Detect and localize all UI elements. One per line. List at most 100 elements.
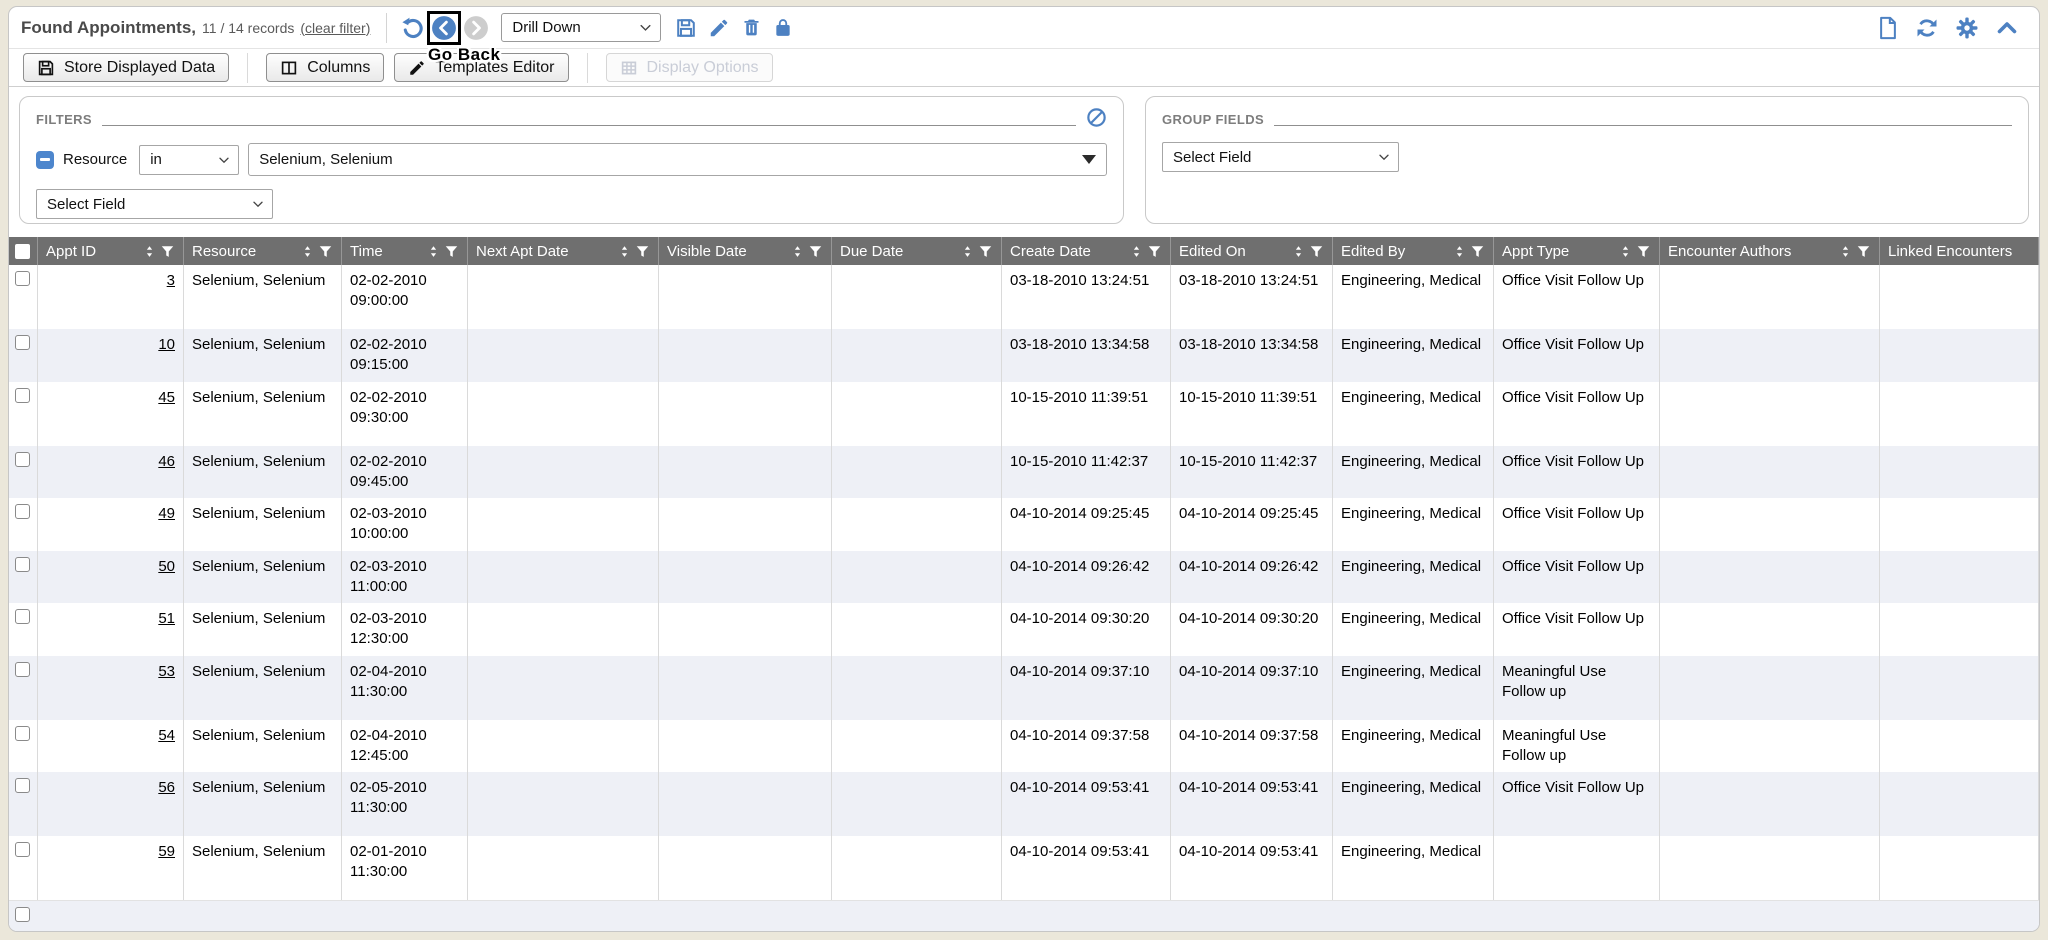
sort-icon[interactable] (426, 244, 441, 259)
sort-icon[interactable] (960, 244, 975, 259)
filter-funnel-icon[interactable] (444, 244, 459, 259)
table-row: 54Selenium, Selenium02-04-2010 12:45:000… (9, 720, 2039, 773)
cell-linked-encounters (1880, 498, 2039, 551)
cell-edited-by: Engineering, Medical (1333, 656, 1494, 720)
filter-funnel-icon[interactable] (1856, 244, 1871, 259)
appt-id-link[interactable]: 50 (158, 558, 175, 575)
cell-resource: Selenium, Selenium (184, 836, 342, 900)
filter-funnel-icon[interactable] (978, 244, 993, 259)
appt-id-link[interactable]: 49 (158, 505, 175, 522)
appt-id-link[interactable]: 10 (158, 336, 175, 353)
cell-time: 02-02-2010 09:00:00 (342, 265, 468, 329)
cell-appt-type: Office Visit Follow Up (1494, 498, 1660, 551)
cell-linked-encounters (1880, 603, 2039, 656)
sort-icon[interactable] (1291, 244, 1306, 259)
column-header-resource[interactable]: Resource (184, 237, 342, 265)
column-header-encounter-authors[interactable]: Encounter Authors (1660, 237, 1880, 265)
row-checkbox[interactable] (15, 504, 30, 519)
sort-icon[interactable] (1129, 244, 1144, 259)
panel-controls (1877, 16, 2019, 40)
filter-funnel-icon[interactable] (1147, 244, 1162, 259)
collapse-chevron-icon[interactable] (1995, 16, 2019, 40)
column-header-create-date[interactable]: Create Date (1002, 237, 1171, 265)
sort-icon[interactable] (142, 244, 157, 259)
table-row: 53Selenium, Selenium02-04-2010 11:30:000… (9, 656, 2039, 720)
column-header-edited-by[interactable]: Edited By (1333, 237, 1494, 265)
appt-id-link[interactable]: 59 (158, 843, 175, 860)
sort-icon[interactable] (1838, 244, 1853, 259)
lock-view-icon[interactable] (773, 17, 793, 38)
cell-edited-by: Engineering, Medical (1333, 329, 1494, 382)
columns-button[interactable]: Columns (266, 53, 384, 82)
cell-encounter-authors (1660, 265, 1880, 329)
column-header-next-apt-date[interactable]: Next Apt Date (468, 237, 659, 265)
appt-id-link[interactable]: 51 (158, 610, 175, 627)
edit-view-icon[interactable] (708, 17, 730, 39)
store-displayed-data-button[interactable]: Store Displayed Data (23, 53, 229, 82)
go-back-button[interactable] (427, 11, 461, 45)
cell-time: 02-02-2010 09:30:00 (342, 382, 468, 446)
sort-icon[interactable] (790, 244, 805, 259)
delete-view-icon[interactable] (741, 17, 762, 38)
cell-create-date: 10-15-2010 11:39:51 (1002, 382, 1171, 446)
add-filter-field-select[interactable]: Select Field (36, 189, 273, 219)
row-checkbox[interactable] (15, 662, 30, 677)
filter-funnel-icon[interactable] (160, 244, 175, 259)
row-checkbox[interactable] (15, 557, 30, 572)
filter-funnel-icon[interactable] (1470, 244, 1485, 259)
cell-next-apt-date (468, 836, 659, 900)
column-header-due-date[interactable]: Due Date (832, 237, 1002, 265)
row-checkbox[interactable] (15, 726, 30, 741)
filter-funnel-icon[interactable] (635, 244, 650, 259)
column-header-edited-on[interactable]: Edited On (1171, 237, 1333, 265)
sort-icon[interactable] (1452, 244, 1467, 259)
filter-funnel-icon[interactable] (1309, 244, 1324, 259)
appt-id-link[interactable]: 56 (158, 779, 175, 796)
row-checkbox[interactable] (15, 388, 30, 403)
row-checkbox[interactable] (15, 271, 30, 286)
appt-id-link[interactable]: 46 (158, 453, 175, 470)
column-header-time[interactable]: Time (342, 237, 468, 265)
row-checkbox[interactable] (15, 335, 30, 350)
sort-icon[interactable] (617, 244, 632, 259)
column-header-appt-type[interactable]: Appt Type (1494, 237, 1660, 265)
cell-edited-on: 04-10-2014 09:37:10 (1171, 656, 1333, 720)
refresh-icon[interactable] (1915, 16, 1939, 40)
filter-value-select[interactable]: Selenium, Selenium (248, 143, 1107, 176)
appt-id-link[interactable]: 54 (158, 727, 175, 744)
sort-icon[interactable] (300, 244, 315, 259)
cell-edited-by: Engineering, Medical (1333, 382, 1494, 446)
undo-icon[interactable] (401, 16, 425, 40)
row-checkbox[interactable] (15, 452, 30, 467)
cell-appt-type: Office Visit Follow Up (1494, 329, 1660, 382)
select-all-checkbox[interactable] (15, 244, 30, 259)
row-checkbox[interactable] (15, 842, 30, 857)
checkbox-cell (9, 382, 38, 446)
row-checkbox[interactable] (15, 778, 30, 793)
appt-id-link[interactable]: 53 (158, 663, 175, 680)
column-header-visible-date[interactable]: Visible Date (659, 237, 832, 265)
row-checkbox[interactable] (15, 907, 30, 922)
go-forward-button[interactable] (463, 15, 489, 41)
column-header-appt-id[interactable]: Appt ID (38, 237, 184, 265)
appt-id-link[interactable]: 3 (167, 272, 175, 289)
group-field-select[interactable]: Select Field (1162, 142, 1399, 172)
new-document-icon[interactable] (1877, 16, 1899, 40)
settings-gear-icon[interactable] (1955, 16, 1979, 40)
drill-down-select[interactable]: Drill Down (501, 13, 661, 42)
table-row: 45Selenium, Selenium02-02-2010 09:30:001… (9, 382, 2039, 446)
filter-funnel-icon[interactable] (318, 244, 333, 259)
filter-operator-select[interactable]: in (139, 145, 239, 175)
clear-filter-link[interactable]: (clear filter) (300, 20, 370, 36)
appt-id-link[interactable]: 45 (158, 389, 175, 406)
filter-funnel-icon[interactable] (1636, 244, 1651, 259)
cell-next-apt-date (468, 603, 659, 656)
column-header-linked-encounters[interactable]: Linked Encounters (1880, 237, 2039, 265)
remove-filter-icon[interactable] (36, 151, 54, 169)
row-checkbox[interactable] (15, 609, 30, 624)
filter-funnel-icon[interactable] (808, 244, 823, 259)
sort-icon[interactable] (1618, 244, 1633, 259)
columns-label: Columns (307, 59, 370, 77)
save-view-icon[interactable] (675, 17, 697, 39)
clear-filters-icon[interactable] (1086, 107, 1107, 128)
